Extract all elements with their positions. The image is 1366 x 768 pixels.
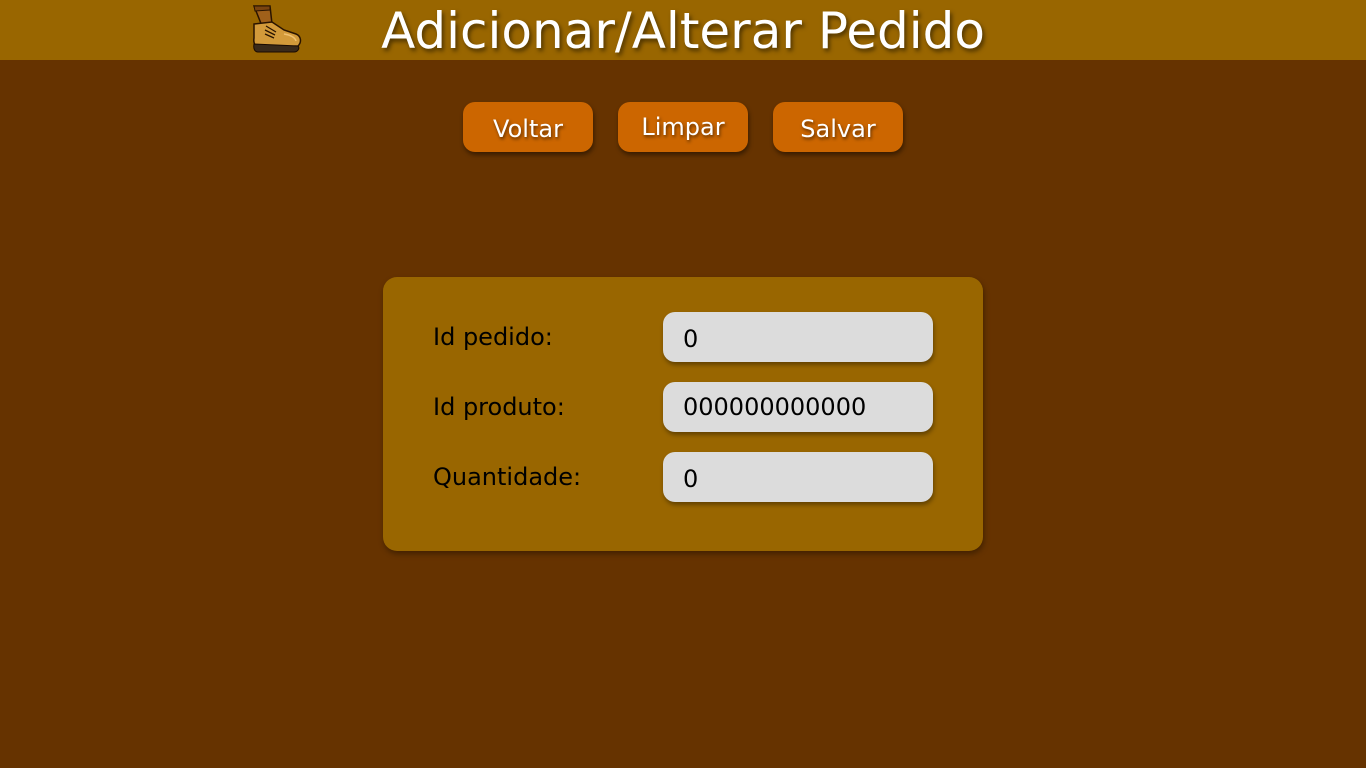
order-id-input[interactable] — [663, 312, 933, 362]
order-form: Id pedido: Id produto: Quantidade: — [383, 277, 983, 551]
product-id-input[interactable] — [663, 382, 933, 432]
quantity-label: Quantidade: — [433, 463, 582, 491]
order-id-row: Id pedido: — [383, 312, 983, 362]
order-id-label: Id pedido: — [433, 323, 553, 351]
clear-button[interactable]: Limpar — [618, 102, 748, 152]
back-button[interactable]: Voltar — [463, 102, 593, 152]
action-toolbar: Voltar Limpar Salvar — [0, 102, 1366, 152]
product-id-label: Id produto: — [433, 393, 565, 421]
product-id-row: Id produto: — [383, 382, 983, 432]
quantity-row: Quantidade: — [383, 452, 983, 502]
header-bar: Adicionar/Alterar Pedido — [0, 0, 1366, 60]
quantity-input[interactable] — [663, 452, 933, 502]
save-button[interactable]: Salvar — [773, 102, 903, 152]
page-title: Adicionar/Alterar Pedido — [381, 2, 985, 60]
